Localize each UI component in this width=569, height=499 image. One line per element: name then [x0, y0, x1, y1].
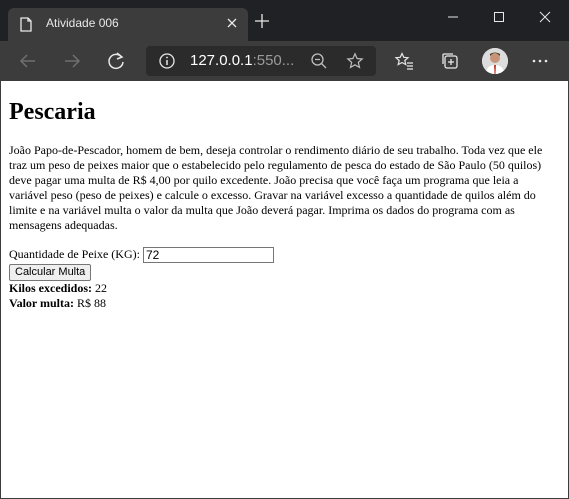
forward-icon[interactable]	[62, 51, 82, 71]
url-host: 127.0.0.1	[190, 52, 253, 69]
close-tab-icon[interactable]	[223, 14, 241, 32]
fine-label: Valor multa:	[9, 295, 75, 310]
refresh-icon[interactable]	[106, 51, 126, 71]
back-icon[interactable]	[18, 51, 38, 71]
weight-label: Quantidade de Peixe (KG):	[9, 247, 140, 261]
info-icon[interactable]	[158, 52, 176, 70]
button-line: Calcular Multa	[9, 263, 560, 281]
weight-input[interactable]	[142, 247, 274, 264]
browser-toolbar: 127.0.0.1:550...	[0, 41, 569, 81]
url-text: 127.0.0.1:550...	[190, 52, 294, 69]
calculate-fine-button[interactable]: Calcular Multa	[9, 263, 92, 281]
excess-value: 22	[95, 280, 107, 295]
tab-strip: Atividade 006	[0, 0, 569, 41]
page-viewport: Pescaria João Papo-de-Pescador, homem de…	[0, 81, 569, 499]
minimize-icon[interactable]	[444, 8, 462, 26]
maximize-icon[interactable]	[490, 8, 508, 26]
excess-result: Kilos excedidos: 22	[9, 281, 560, 296]
active-tab[interactable]: Atividade 006	[8, 8, 248, 41]
excess-label: Kilos excedidos:	[9, 280, 92, 295]
fine-value: R$ 88	[77, 295, 107, 310]
tab-title: Atividade 006	[46, 16, 119, 30]
close-window-icon[interactable]	[536, 8, 554, 26]
favorite-star-icon[interactable]	[346, 52, 364, 70]
collections-icon[interactable]	[440, 51, 460, 71]
profile-picture-icon	[482, 48, 508, 74]
address-bar[interactable]: 127.0.0.1:550...	[146, 46, 376, 76]
new-tab-icon[interactable]	[254, 13, 270, 29]
favorites-icon[interactable]	[394, 51, 414, 71]
more-options-icon[interactable]	[530, 51, 550, 71]
profile-avatar[interactable]	[482, 48, 508, 74]
weight-form: Quantidade de Peixe (KG):	[9, 246, 560, 264]
url-port: :550...	[252, 52, 295, 69]
document-icon	[20, 17, 32, 32]
fine-result: Valor multa: R$ 88	[9, 296, 560, 311]
page-title: Pescaria	[9, 99, 96, 125]
zoom-out-icon[interactable]	[310, 52, 328, 70]
problem-description: João Papo-de-Pescador, homem de bem, des…	[9, 143, 543, 232]
page-content: Pescaria João Papo-de-Pescador, homem de…	[1, 98, 568, 311]
